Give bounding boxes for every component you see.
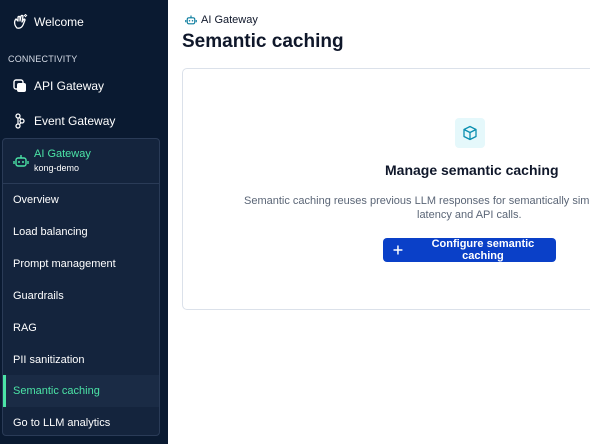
wave-hand-icon bbox=[13, 14, 28, 29]
sidebar-item-overview[interactable]: Overview bbox=[3, 184, 159, 216]
sidebar-item-label: Semantic caching bbox=[13, 385, 100, 397]
ai-gateway-group: AI Gateway kong-demo Overview Load balan… bbox=[2, 138, 160, 436]
ai-gateway-title: AI Gateway bbox=[34, 148, 91, 160]
section-label-connectivity: CONNECTIVITY bbox=[8, 54, 78, 64]
nav-item-api-gateway[interactable]: API Gateway bbox=[0, 70, 168, 102]
ai-gateway-header[interactable]: AI Gateway kong-demo bbox=[3, 139, 159, 184]
sidebar-item-prompt-management[interactable]: Prompt management bbox=[3, 248, 159, 280]
empty-state-icon bbox=[455, 118, 485, 148]
sidebar-item-label: RAG bbox=[13, 322, 37, 334]
sidebar-item-label: Load balancing bbox=[13, 226, 88, 238]
cube-icon bbox=[463, 125, 477, 141]
sidebar-item-label: PII sanitization bbox=[13, 354, 85, 366]
sidebar-item-label: Go to LLM analytics bbox=[13, 417, 111, 429]
sidebar-item-label: Prompt management bbox=[13, 258, 116, 270]
sidebar-item-label: Overview bbox=[13, 194, 59, 206]
sidebar: Welcome CONNECTIVITY API Gateway Event G… bbox=[0, 0, 168, 444]
nav-item-label: API Gateway bbox=[34, 79, 105, 93]
robot-icon bbox=[185, 15, 197, 25]
breadcrumb[interactable]: AI Gateway bbox=[185, 14, 258, 26]
main-content: AI Gateway Semantic caching bbox=[168, 0, 590, 444]
sidebar-item-load-balancing[interactable]: Load balancing bbox=[3, 216, 159, 248]
empty-state-description-continued: latency and API calls. bbox=[417, 209, 522, 221]
nav-item-label: Welcome bbox=[34, 15, 84, 29]
nav-item-label: Event Gateway bbox=[34, 114, 116, 128]
empty-state-card bbox=[182, 68, 590, 310]
sidebar-item-llm-analytics[interactable]: Go to LLM analytics bbox=[3, 407, 159, 435]
ai-gateway-workspace: kong-demo bbox=[34, 163, 80, 173]
sidebar-item-guardrails[interactable]: Guardrails bbox=[3, 280, 159, 312]
sidebar-item-semantic-caching[interactable]: Semantic caching bbox=[3, 375, 159, 407]
nav-item-welcome[interactable]: Welcome bbox=[0, 6, 168, 38]
button-label: Configure semantic caching bbox=[431, 238, 535, 262]
sidebar-item-label: Guardrails bbox=[13, 290, 64, 302]
nav-item-event-gateway[interactable]: Event Gateway bbox=[0, 105, 168, 137]
breadcrumb-label: AI Gateway bbox=[201, 14, 258, 26]
empty-state-description: Semantic caching reuses previous LLM res… bbox=[244, 195, 590, 207]
sidebar-item-pii-sanitization[interactable]: PII sanitization bbox=[3, 344, 159, 376]
event-gateway-icon bbox=[15, 113, 25, 129]
configure-semantic-caching-button[interactable]: Configure semantic caching bbox=[383, 238, 556, 262]
page-title: Semantic caching bbox=[182, 31, 344, 52]
api-gateway-icon bbox=[13, 79, 26, 92]
robot-icon bbox=[13, 155, 29, 167]
sidebar-item-rag[interactable]: RAG bbox=[3, 312, 159, 344]
plus-icon bbox=[393, 245, 403, 255]
empty-state-title: Manage semantic caching bbox=[385, 162, 559, 178]
